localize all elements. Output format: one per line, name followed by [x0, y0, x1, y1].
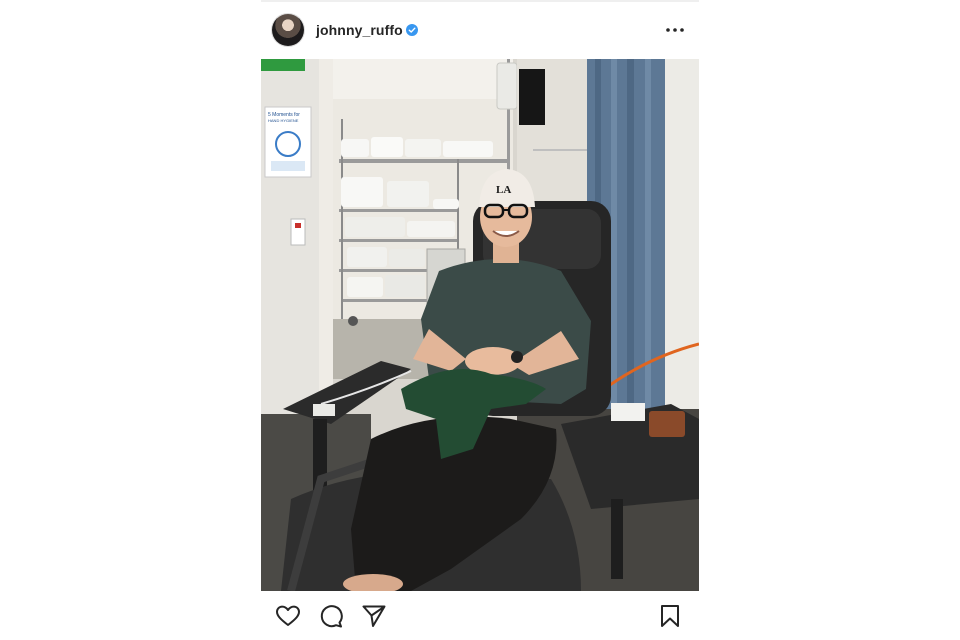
- post-actions-bar: [261, 600, 699, 634]
- username-link[interactable]: johnny_ruffo: [316, 22, 403, 38]
- profile-avatar[interactable]: [272, 14, 304, 46]
- bookmark-icon[interactable]: [657, 603, 683, 629]
- instagram-post: johnny_ruffo 5 Moments for HAND HYGIENE: [261, 0, 699, 640]
- more-options-icon[interactable]: [663, 20, 687, 40]
- top-divider: [261, 0, 699, 2]
- post-photo[interactable]: 5 Moments for HAND HYGIENE LA: [261, 59, 699, 591]
- heart-icon[interactable]: [275, 603, 301, 629]
- poster-subtitle: HAND HYGIENE: [268, 118, 299, 123]
- verified-badge-icon: [406, 24, 418, 36]
- cap-logo: LA: [496, 184, 511, 196]
- hand-hygiene-poster: 5 Moments for HAND HYGIENE: [264, 106, 312, 178]
- comment-bubble-icon[interactable]: [318, 603, 344, 629]
- paper-plane-icon[interactable]: [361, 603, 387, 629]
- post-header: johnny_ruffo: [261, 12, 699, 50]
